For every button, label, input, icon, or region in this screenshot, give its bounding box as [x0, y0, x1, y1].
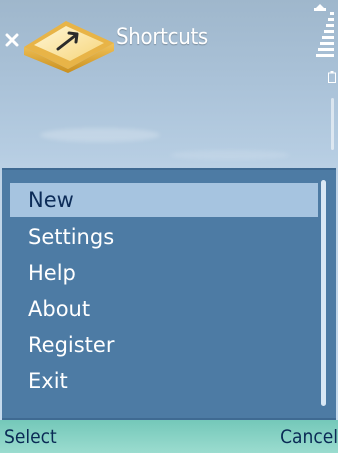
background-glow	[170, 150, 290, 160]
softkey-bar: Select Cancel	[0, 420, 338, 453]
cancel-softkey[interactable]: Cancel	[280, 426, 338, 448]
menu-item-settings[interactable]: Settings	[10, 219, 318, 255]
page-title: Shortcuts	[116, 25, 208, 50]
menu-scrollbar[interactable]	[321, 180, 326, 406]
menu-list: New Settings Help About Register Exit	[10, 183, 318, 399]
header-area: Shortcuts	[0, 0, 338, 170]
battery-icon	[328, 68, 336, 83]
menu-item-help[interactable]: Help	[10, 255, 318, 291]
menu-item-exit[interactable]: Exit	[10, 363, 318, 399]
options-menu: New Settings Help About Register Exit	[2, 168, 336, 420]
scrollbar[interactable]	[331, 98, 334, 150]
close-icon[interactable]	[5, 33, 19, 47]
select-softkey[interactable]: Select	[4, 426, 57, 448]
menu-item-new[interactable]: New	[10, 183, 318, 217]
menu-item-about[interactable]: About	[10, 291, 318, 327]
menu-item-register[interactable]: Register	[10, 327, 318, 363]
background-glow	[40, 128, 160, 142]
shortcuts-key-icon	[20, 7, 118, 73]
